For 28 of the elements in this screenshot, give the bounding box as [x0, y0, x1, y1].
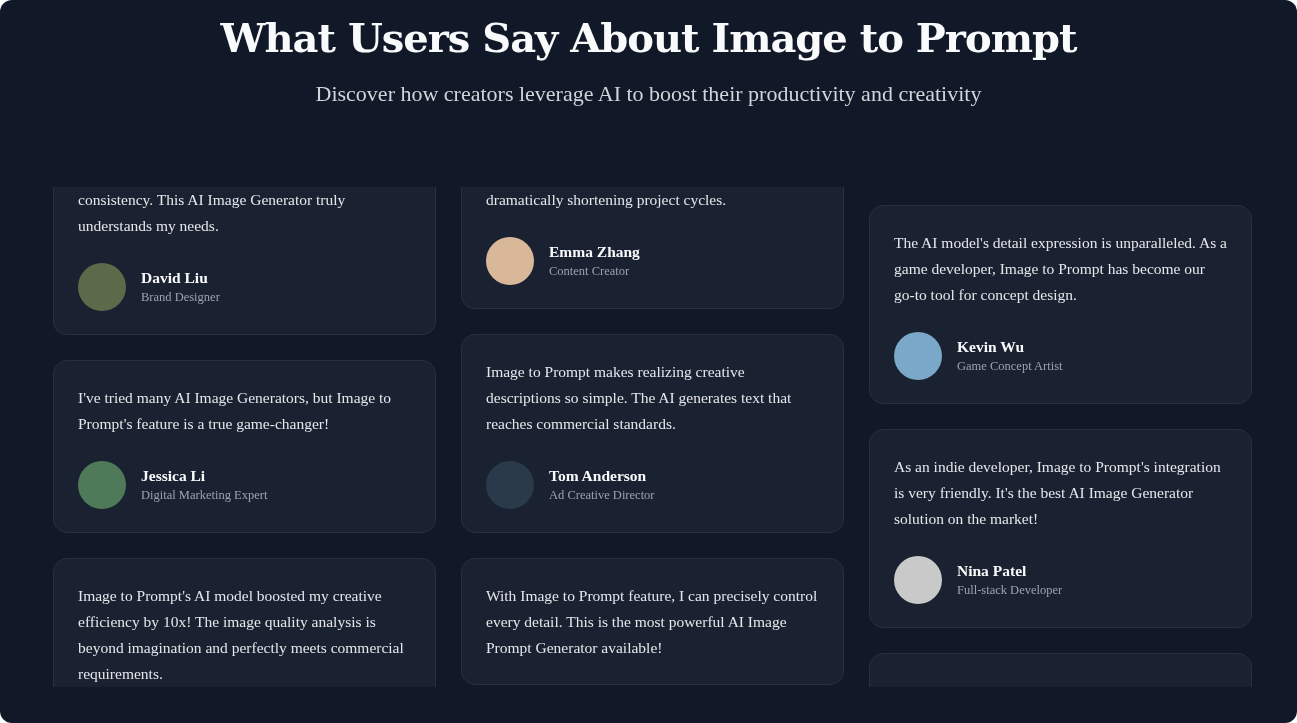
avatar-placeholder	[486, 461, 534, 509]
section-subtitle: Discover how creators leverage AI to boost their productivity and creativity	[315, 81, 982, 107]
testimonial-quote: consistency. This AI Image Generator truly understands my needs.	[78, 190, 347, 236]
author-name: David Liu	[141, 269, 209, 287]
section-title: What Users Say About Image to Prompt	[220, 14, 1077, 61]
testimonial-quote: dramatically shortening project cycles.	[486, 190, 728, 210]
author-name: Emma Zhang	[549, 243, 640, 261]
testimonial-quote: With Image to Prompt feature, I can precisely control every detail. This is the most powerful AI Image Prompt Generator available!	[486, 586, 819, 658]
avatar-placeholder	[78, 461, 126, 509]
testimonial-quote: Image to Prompt makes realizing creative descriptions so simple. The AI generates text that reaches commercial standards.	[486, 362, 793, 434]
author-role: Game Concept Artist	[957, 359, 1063, 374]
author-role: Content Creator	[549, 264, 631, 279]
avatar-placeholder	[78, 263, 126, 311]
author-role: Ad Creative Director	[549, 488, 655, 503]
author-name: Kevin Wu	[957, 338, 1026, 356]
testimonial-quote: The AI model's detail expression is unparalleled. As a game developer, Image to Prompt has become our go-to tool for concept design.	[894, 233, 1227, 305]
author-role: Full-stack Developer	[957, 583, 1063, 598]
author-name: Tom Anderson	[549, 467, 648, 485]
avatar-placeholder	[894, 332, 942, 380]
author-role: Digital Marketing Expert	[141, 488, 268, 503]
avatar-placeholder	[894, 556, 942, 604]
author-name: Nina Patel	[957, 562, 1028, 580]
author-role: Brand Designer	[141, 290, 220, 305]
author-name: Jessica Li	[141, 467, 207, 485]
testimonial-quote: I've tried many AI Image Generators, but Image to Prompt's feature is a true game-changer!	[78, 388, 393, 434]
testimonial-quote: As an indie developer, Image to Prompt's integration is very friendly. It's the best AI Image Generator solution on the market!	[894, 457, 1222, 529]
testimonial-quote: Image to Prompt's AI model boosted my creative efficiency by 10x! The image quality analysis is beyond imagination and perfectly meets commercial requirements.	[78, 586, 405, 684]
avatar-placeholder	[486, 237, 534, 285]
